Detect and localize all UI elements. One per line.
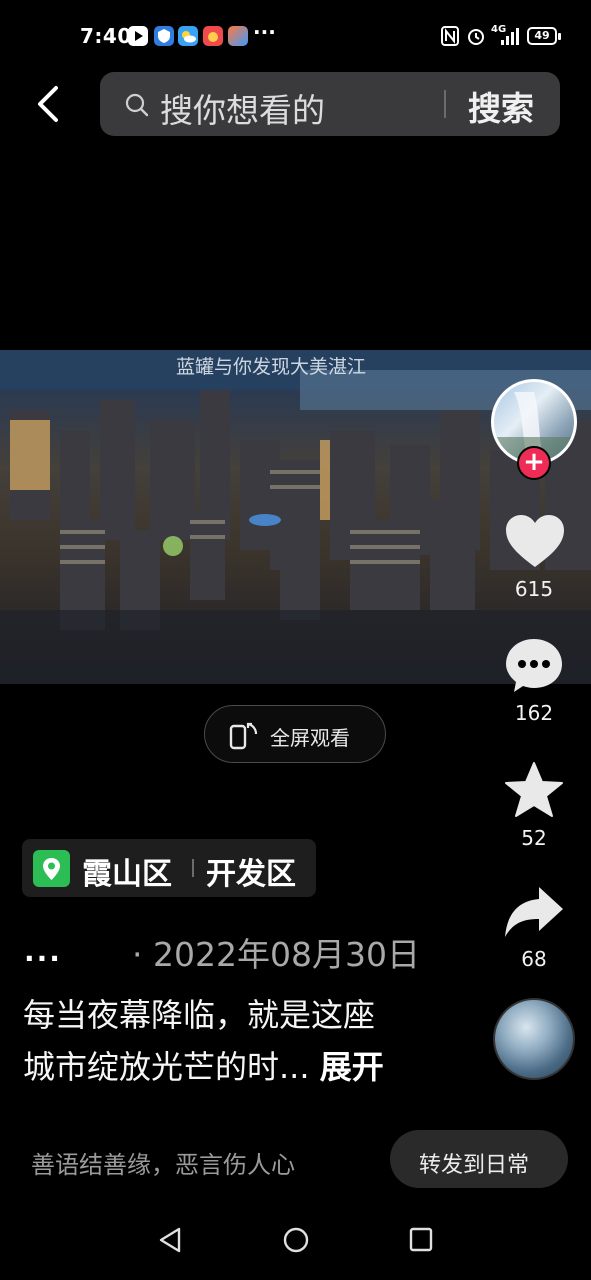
circle-home-icon — [283, 1227, 309, 1253]
shield-icon — [154, 26, 174, 46]
post-date: · 2022年08月30日 — [132, 935, 420, 974]
location-separator — [192, 859, 194, 877]
comment-icon — [506, 639, 562, 692]
search-divider — [444, 90, 446, 118]
description-line-2: 城市绽放光芒的时... 展开 — [23, 1042, 384, 1088]
star-icon — [505, 762, 563, 817]
alarm-icon — [466, 26, 486, 50]
heart-icon — [506, 515, 564, 567]
mascot-app-icon — [203, 26, 223, 46]
music-disc[interactable] — [493, 998, 575, 1080]
app-store-icon — [228, 26, 248, 46]
location-area[interactable]: 开发区 — [206, 849, 296, 893]
share-count: 68 — [521, 947, 547, 971]
back-button[interactable] — [30, 82, 70, 126]
share-to-daily-label[interactable]: 转发到日常 — [419, 1147, 529, 1179]
nav-home-button[interactable] — [282, 1226, 310, 1258]
status-time: 7:40 — [80, 24, 132, 48]
nav-recents-button[interactable] — [408, 1226, 434, 1258]
nav-back-button[interactable] — [157, 1226, 183, 1258]
search-button[interactable]: 搜索 — [468, 82, 534, 130]
more-notifications-icon: ··· — [253, 20, 276, 44]
triangle-back-icon — [159, 1227, 181, 1253]
status-bar: 7:40 ··· 4G 49 — [0, 0, 591, 72]
favorite-button[interactable] — [504, 761, 564, 823]
weather-icon — [178, 26, 198, 46]
video-app-icon — [128, 26, 148, 46]
comment-count: 162 — [514, 701, 554, 725]
search-placeholder[interactable]: 搜你想看的 — [160, 84, 325, 132]
battery-icon: 49 — [527, 27, 561, 45]
square-recents-icon — [409, 1227, 433, 1252]
favorite-count: 52 — [521, 826, 547, 850]
share-button[interactable] — [503, 885, 565, 945]
author-name[interactable]: ... — [24, 935, 62, 968]
chevron-left-icon — [38, 86, 58, 122]
follow-button[interactable]: + — [517, 446, 551, 480]
like-button[interactable] — [504, 513, 566, 575]
comment-input[interactable]: 善语结善缘，恶言伤人心 — [31, 1145, 295, 1180]
video-caption: 蓝罐与你发现大美湛江 — [176, 356, 367, 378]
expand-button[interactable]: 展开 — [320, 1048, 384, 1086]
share-arrow-icon — [505, 887, 563, 937]
like-count: 615 — [514, 577, 554, 601]
rotate-screen-icon — [228, 720, 260, 754]
search-icon — [124, 92, 150, 122]
signal-icon — [501, 26, 523, 50]
description-text: 城市绽放光芒的时... — [23, 1048, 310, 1086]
location-pin-icon — [33, 850, 70, 887]
description-line-1: 每当夜幕降临，就是这座 — [23, 996, 376, 1034]
comment-button[interactable] — [504, 636, 564, 698]
location-district[interactable]: 霞山区 — [82, 849, 172, 893]
nfc-icon — [441, 26, 459, 50]
fullscreen-label[interactable]: 全屏观看 — [270, 722, 350, 751]
